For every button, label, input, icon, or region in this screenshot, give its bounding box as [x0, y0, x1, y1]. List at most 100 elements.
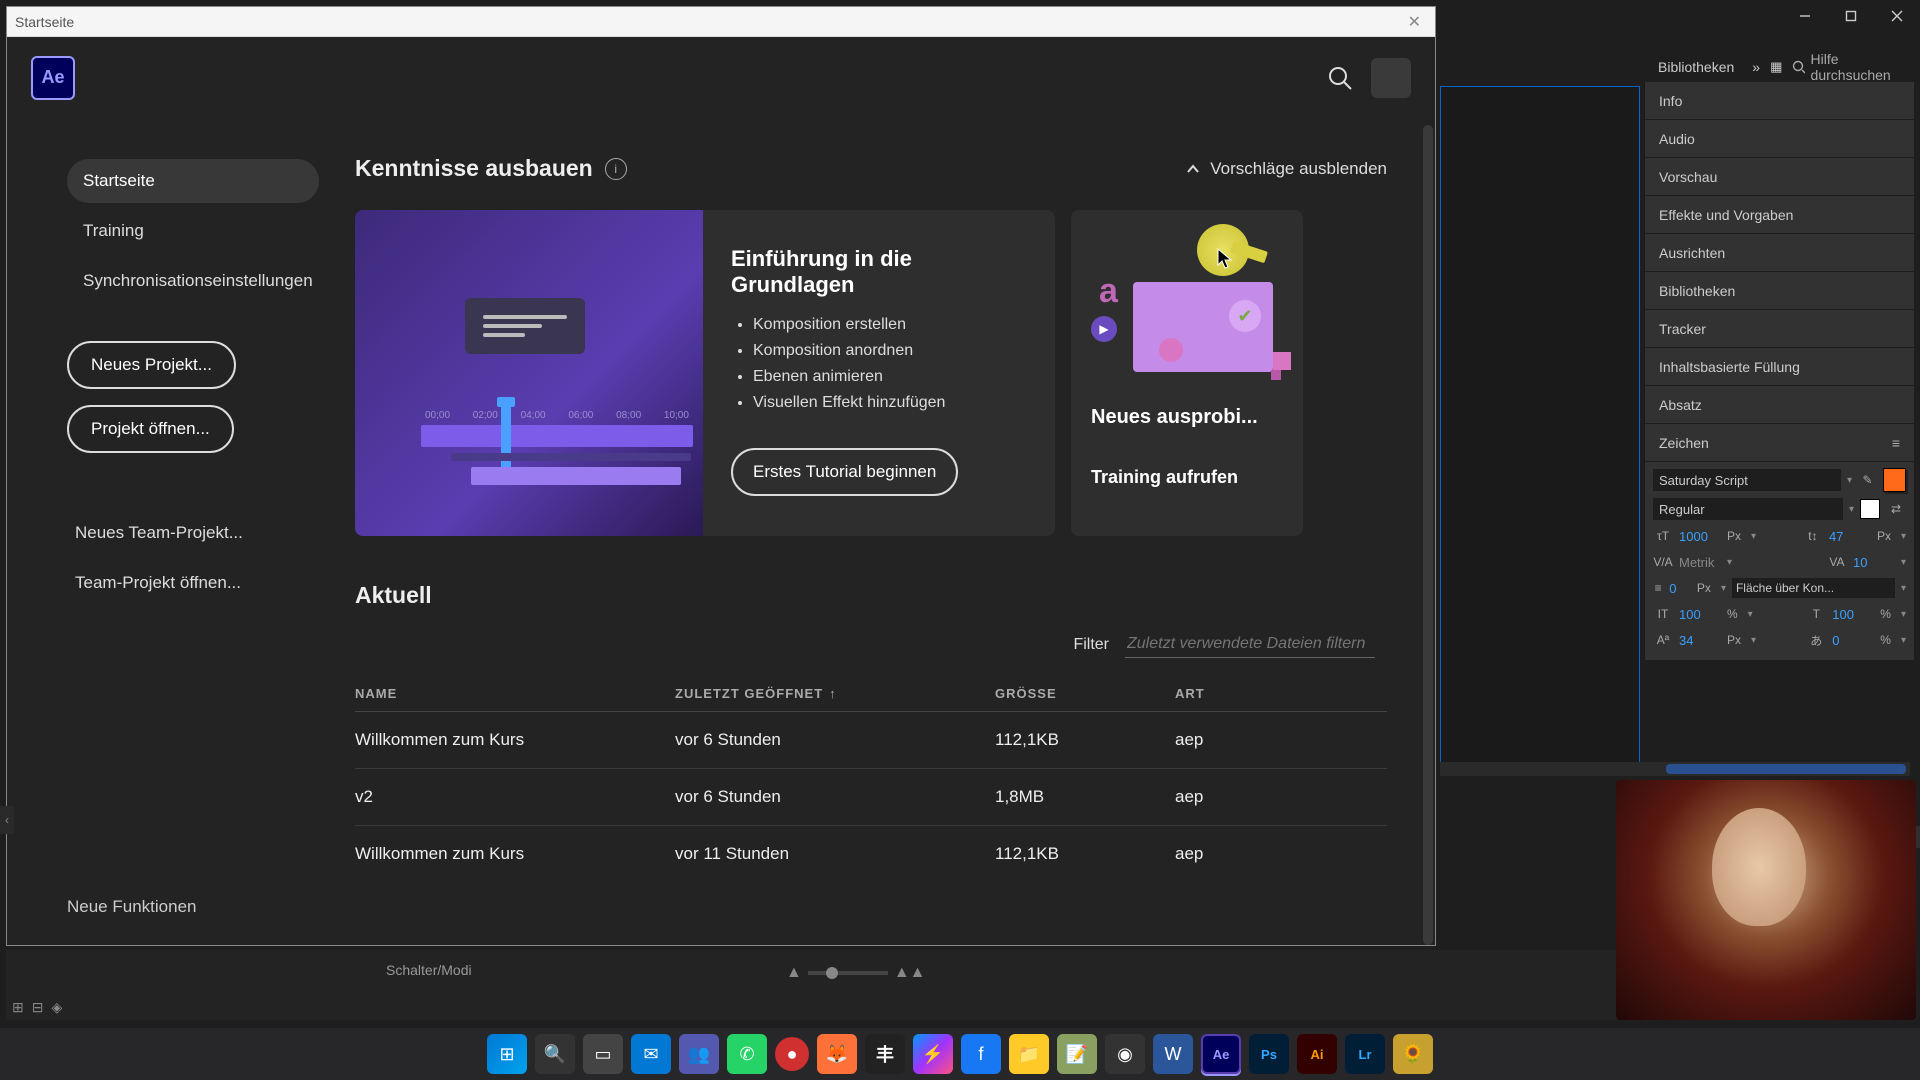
taskbar-illustrator-icon[interactable]: Ai [1297, 1034, 1337, 1074]
vscale-value[interactable]: 100 [1679, 607, 1721, 622]
taskbar-whatsapp-icon[interactable]: ✆ [727, 1034, 767, 1074]
chevron-down-icon[interactable]: ▾ [1849, 504, 1854, 515]
panel-head-info[interactable]: Info [1645, 82, 1914, 120]
taskbar-facebook-icon[interactable]: f [961, 1034, 1001, 1074]
taskbar-teams-icon[interactable]: 👥 [679, 1034, 719, 1074]
panel-head-character[interactable]: Zeichen [1645, 424, 1914, 462]
window-minimize-icon[interactable] [1782, 0, 1828, 32]
taskbar-search-icon[interactable]: 🔍 [535, 1034, 575, 1074]
modal-close-icon[interactable]: ✕ [1402, 12, 1427, 32]
timeline-panel: ⊞ ⊟ ◈ Schalter/Modi ▲ ▲▲ [6, 950, 1886, 1020]
window-close-icon[interactable] [1874, 0, 1920, 32]
taskbar-aftereffects-icon[interactable]: Ae [1201, 1034, 1241, 1074]
font-style-select[interactable] [1653, 498, 1843, 520]
taskbar-taskview-icon[interactable]: ▭ [583, 1034, 623, 1074]
taskbar-photoshop-icon[interactable]: Ps [1249, 1034, 1289, 1074]
window-maximize-icon[interactable] [1828, 0, 1874, 32]
switches-modes-label[interactable]: Schalter/Modi [386, 962, 472, 978]
font-size-value[interactable]: 1000 [1679, 529, 1721, 544]
taskbar-explorer-icon[interactable]: 📁 [1009, 1034, 1049, 1074]
font-family-select[interactable] [1653, 469, 1841, 491]
hide-suggestions-toggle[interactable]: Vorschläge ausblenden [1186, 159, 1387, 179]
open-training-link[interactable]: Training aufrufen [1091, 467, 1283, 488]
unit-label: % [1880, 607, 1891, 621]
panel-head-tracker[interactable]: Tracker [1645, 310, 1914, 348]
search-icon[interactable] [1327, 65, 1353, 91]
new-team-project-link[interactable]: Neues Team-Projekt... [67, 515, 319, 551]
taskbar-windows-icon[interactable]: ⊞ [487, 1034, 527, 1074]
viewer-scrollbar[interactable] [1440, 762, 1910, 776]
panel-grid-icon[interactable]: ▦ [1770, 59, 1782, 75]
eyedropper-icon[interactable]: ✎ [1858, 470, 1877, 490]
col-header-opened[interactable]: ZULETZT GEÖFFNET↑ [675, 686, 995, 701]
panel-head-align[interactable]: Ausrichten [1645, 234, 1914, 272]
webcam-overlay [1616, 780, 1916, 1020]
panel-head-effects[interactable]: Effekte und Vorgaben [1645, 196, 1914, 234]
fill-color-swatch[interactable] [1883, 468, 1906, 492]
panel-tab-libraries[interactable]: Bibliotheken [1650, 55, 1742, 79]
taskbar-notes-icon[interactable]: 📝 [1057, 1034, 1097, 1074]
taskbar-word-icon[interactable]: W [1153, 1034, 1193, 1074]
font-size-icon: τT [1653, 526, 1673, 546]
panel-head-audio[interactable]: Audio [1645, 120, 1914, 158]
panel-head-libraries[interactable]: Bibliotheken [1645, 272, 1914, 310]
toggle-blend-icon[interactable]: ◈ [51, 999, 62, 1016]
taskbar-mail-icon[interactable]: ✉ [631, 1034, 671, 1074]
account-avatar[interactable] [1371, 58, 1411, 98]
chevron-down-icon[interactable]: ▾ [1847, 475, 1852, 486]
taskbar-misc-icon[interactable]: 🌻 [1393, 1034, 1433, 1074]
expand-left-panel-icon[interactable]: ‹ [0, 806, 14, 834]
tick-label: 08;00 [616, 410, 641, 421]
nav-sync-settings[interactable]: Synchronisationseinstellungen [67, 259, 319, 303]
leading-value[interactable]: 47 [1829, 529, 1871, 544]
chevron-up-icon [1186, 162, 1200, 176]
taskbar-firefox-icon[interactable]: 🦊 [817, 1034, 857, 1074]
tracking-value[interactable]: 10 [1853, 555, 1895, 570]
taskbar: ⊞ 🔍 ▭ ✉ 👥 ✆ ● 🦊 丰 ⚡ f 📁 📝 ◉ W Ae Ps Ai L… [0, 1028, 1920, 1080]
content-scrollbar[interactable] [1423, 125, 1433, 945]
start-tutorial-button[interactable]: Erstes Tutorial beginnen [731, 448, 958, 496]
character-panel-body: ▾ ✎ ▾ ⇄ τT 1000 Px▾ t↕ 47 Px▾ V/A [1645, 462, 1914, 660]
taskbar-obs-icon[interactable]: ◉ [1105, 1034, 1145, 1074]
taskbar-record-icon[interactable]: ● [775, 1037, 809, 1071]
tutorial-bullet: Ebenen animieren [753, 368, 1027, 386]
filter-input[interactable] [1125, 631, 1375, 658]
toggle-modes-icon[interactable]: ⊟ [32, 999, 44, 1016]
panel-head-contentfill[interactable]: Inhaltsbasierte Füllung [1645, 348, 1914, 386]
stroke-mode-select[interactable] [1732, 578, 1895, 598]
kerning-value[interactable]: Metrik [1679, 555, 1721, 570]
table-row[interactable]: Willkommen zum Kurs vor 6 Stunden 112,1K… [355, 712, 1387, 769]
col-header-kind[interactable]: ART [1175, 686, 1275, 701]
info-icon[interactable]: i [605, 158, 627, 180]
swap-colors-icon[interactable]: ⇄ [1886, 499, 1906, 519]
toggle-switches-icon[interactable]: ⊞ [12, 999, 24, 1016]
new-project-button[interactable]: Neues Projekt... [67, 341, 236, 389]
timeline-zoom-slider[interactable]: ▲ ▲▲ [786, 964, 926, 982]
hide-suggestions-label: Vorschläge ausblenden [1210, 159, 1387, 179]
panel-head-paragraph[interactable]: Absatz [1645, 386, 1914, 424]
nav-training[interactable]: Training [67, 209, 319, 253]
table-row[interactable]: v2 vor 6 Stunden 1,8MB aep [355, 769, 1387, 826]
stroke-width-value[interactable]: 0 [1669, 581, 1691, 596]
new-features-link[interactable]: Neue Funktionen [67, 889, 319, 925]
tutorial-title: Einführung in die Grundlagen [731, 246, 1027, 298]
col-header-size[interactable]: GRÖSSE [995, 686, 1175, 701]
taskbar-k-app-icon[interactable]: 丰 [865, 1034, 905, 1074]
taskbar-messenger-icon[interactable]: ⚡ [913, 1034, 953, 1074]
unit-label: Px [1877, 529, 1891, 543]
leading-icon: t↕ [1803, 526, 1823, 546]
open-project-button[interactable]: Projekt öffnen... [67, 405, 234, 453]
open-team-project-link[interactable]: Team-Projekt öffnen... [67, 565, 319, 601]
panel-head-preview[interactable]: Vorschau [1645, 158, 1914, 196]
nav-home[interactable]: Startseite [67, 159, 319, 203]
panel-expand-icon[interactable]: » [1752, 59, 1760, 75]
col-header-name[interactable]: NAME [355, 686, 675, 701]
help-search[interactable]: Hilfe durchsuchen [1792, 51, 1908, 83]
hscale-value[interactable]: 100 [1832, 607, 1874, 622]
baseline-value[interactable]: 34 [1679, 633, 1721, 648]
stroke-color-swatch[interactable] [1860, 499, 1880, 519]
cell-opened: vor 6 Stunden [675, 787, 995, 807]
tsume-value[interactable]: 0 [1832, 633, 1874, 648]
taskbar-lightroom-icon[interactable]: Lr [1345, 1034, 1385, 1074]
table-row[interactable]: Willkommen zum Kurs vor 11 Stunden 112,1… [355, 826, 1387, 882]
